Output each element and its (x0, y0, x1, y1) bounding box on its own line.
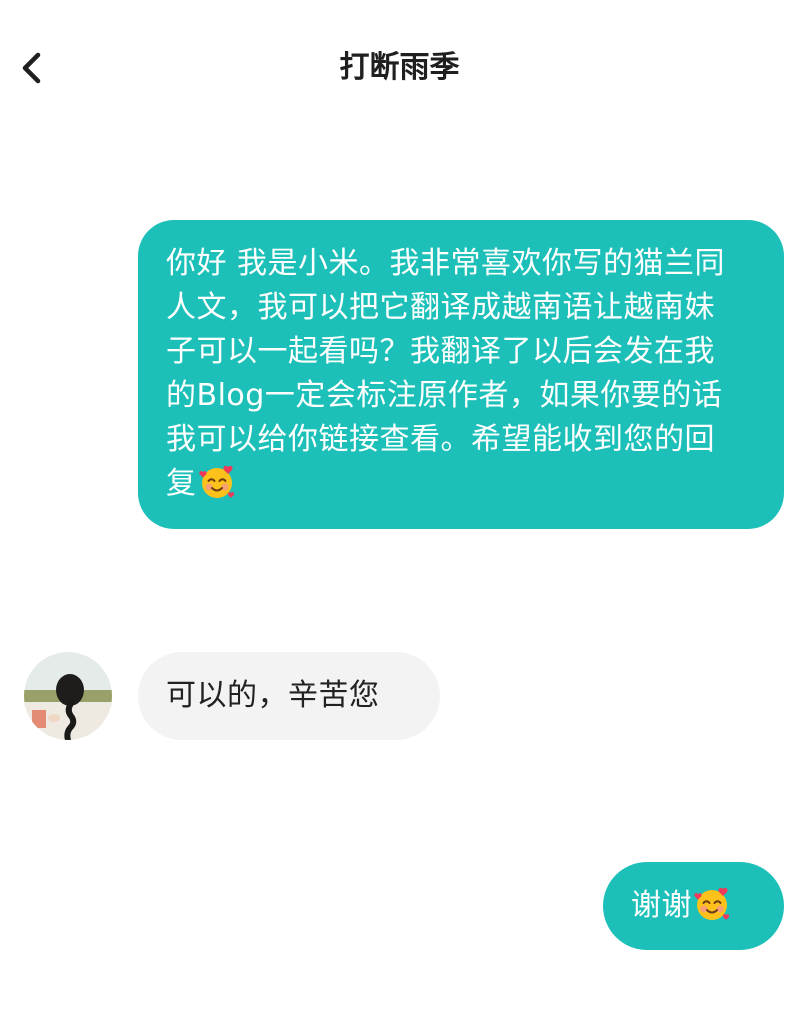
smiling-face-with-hearts-icon (693, 885, 731, 923)
smiling-face-with-hearts-icon (198, 463, 236, 501)
outgoing-message-bubble[interactable]: 谢谢 (603, 862, 784, 950)
outgoing-message-bubble[interactable]: 你好 我是小米。我非常喜欢你写的猫兰同人文，我可以把它翻译成越南语让越南妹子可以… (138, 220, 784, 529)
message-text: 谢谢 (631, 888, 692, 923)
chat-header: 打断雨季 (0, 0, 799, 135)
message-text: 你好 我是小米。我非常喜欢你写的猫兰同人文，我可以把它翻译成越南语让越南妹子可以… (166, 246, 726, 501)
chat-title: 打断雨季 (339, 50, 460, 85)
message-text: 可以的，辛苦您 (166, 678, 380, 713)
incoming-message-bubble[interactable]: 可以的，辛苦您 (138, 652, 440, 740)
contact-avatar[interactable] (24, 652, 112, 740)
